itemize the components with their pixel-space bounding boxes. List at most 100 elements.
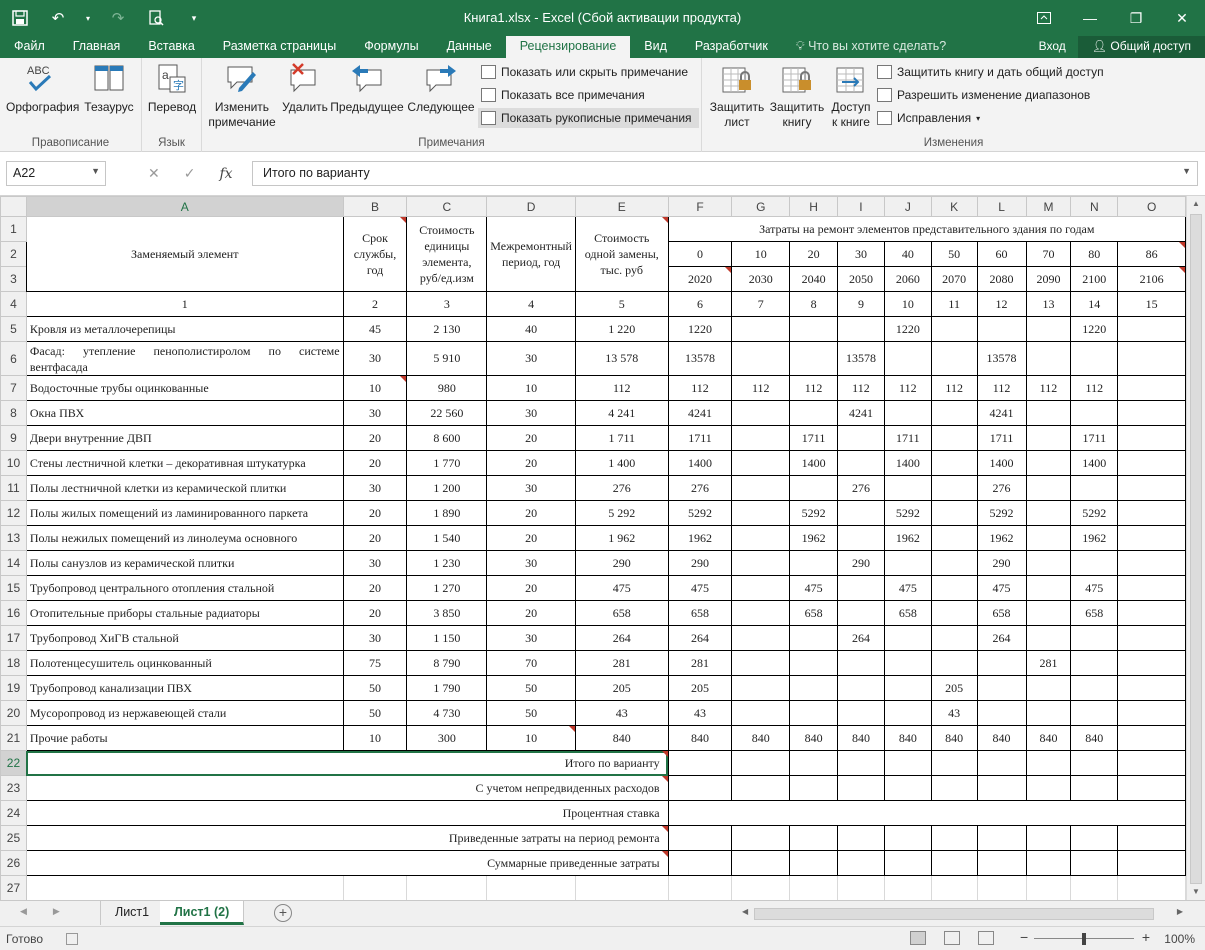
cell-year-cost[interactable] xyxy=(731,500,791,526)
summary-value[interactable] xyxy=(667,775,733,801)
chevron-left-icon[interactable]: ◀ xyxy=(20,906,27,917)
column-header-A[interactable]: A xyxy=(25,196,344,217)
cell-element-name[interactable]: Мусоропровод из нержавеющей стали xyxy=(25,700,344,726)
cell-year-cost[interactable] xyxy=(731,550,791,576)
cell-replacement-cost[interactable]: 205 xyxy=(574,675,669,701)
cell-year-cost[interactable] xyxy=(836,500,885,526)
cell-year-cost[interactable]: 1711 xyxy=(789,425,838,451)
cell-year-cost[interactable] xyxy=(1070,400,1119,426)
scroll-right-icon[interactable]: ▶ xyxy=(1177,907,1183,916)
formula-input[interactable]: Итого по варианту ▼ xyxy=(252,161,1198,186)
cell-year-cost[interactable] xyxy=(1070,475,1119,501)
row-header-9[interactable]: 9 xyxy=(0,425,27,451)
summary-value[interactable] xyxy=(731,825,791,851)
cell-year-cost[interactable]: 5292 xyxy=(1070,500,1119,526)
cell-year-cost[interactable] xyxy=(883,550,932,576)
summary-value[interactable] xyxy=(667,850,733,876)
summary-value[interactable] xyxy=(789,850,838,876)
cell-year-cost[interactable]: 1400 xyxy=(789,450,838,476)
cell-year-cost[interactable] xyxy=(731,450,791,476)
header-column-number[interactable]: 2 xyxy=(342,291,408,317)
cell-year-cost[interactable]: 475 xyxy=(883,575,932,601)
cell-year-cost[interactable] xyxy=(1117,550,1186,576)
cell-year-cost[interactable] xyxy=(1025,675,1072,701)
row-header-14[interactable]: 14 xyxy=(0,550,27,576)
cell-year-cost[interactable] xyxy=(836,425,885,451)
cell-year-cost[interactable] xyxy=(836,600,885,626)
share-workbook-button[interactable]: Доступ к книге xyxy=(826,62,876,130)
header-element[interactable]: Заменяемый элемент xyxy=(25,216,344,292)
row-header-5[interactable]: 5 xyxy=(0,316,27,342)
cell-unit-cost[interactable]: 3 850 xyxy=(406,600,488,626)
minimize-icon[interactable]: — xyxy=(1067,0,1113,36)
cell-element-name[interactable]: Отопительные приборы стальные радиаторы xyxy=(25,600,344,626)
cell-repair-period[interactable]: 30 xyxy=(486,341,576,376)
empty-cell[interactable] xyxy=(883,875,932,900)
cell-year-cost[interactable] xyxy=(836,700,885,726)
cell-unit-cost[interactable]: 22 560 xyxy=(406,400,488,426)
zoom-level[interactable]: 100% xyxy=(1164,932,1195,946)
header-column-number[interactable]: 14 xyxy=(1070,291,1119,317)
cell-year-cost[interactable]: 112 xyxy=(731,375,791,401)
cell-year-cost[interactable] xyxy=(731,625,791,651)
page-break-view-icon[interactable] xyxy=(978,931,994,945)
summary-label[interactable]: Процентная ставка xyxy=(25,800,669,826)
next-comment-button[interactable]: Следующее xyxy=(406,62,476,115)
cell-year-cost[interactable]: 264 xyxy=(667,625,733,651)
protect-sheet-button[interactable]: Защитить лист xyxy=(706,62,768,130)
column-header-N[interactable]: N xyxy=(1070,196,1119,217)
cell-year-cost[interactable]: 840 xyxy=(731,725,791,751)
chevron-right-icon[interactable]: ▶ xyxy=(53,906,60,917)
cell-service-life[interactable]: 20 xyxy=(342,425,408,451)
column-header-B[interactable]: B xyxy=(342,196,408,217)
cell-year-cost[interactable] xyxy=(930,475,978,501)
cell-service-life[interactable]: 50 xyxy=(342,675,408,701)
tell-me-box[interactable]: 💡︎ Что вы хотите сделать? xyxy=(796,36,946,58)
cell-year-cost[interactable] xyxy=(1025,450,1072,476)
cell-year-cost[interactable] xyxy=(930,625,978,651)
cell-year-cost[interactable]: 1711 xyxy=(1070,425,1119,451)
summary-value[interactable] xyxy=(667,825,733,851)
cell-year-cost[interactable] xyxy=(1025,525,1072,551)
cell-year-cost[interactable]: 840 xyxy=(1070,725,1119,751)
cell-year-cost[interactable] xyxy=(836,650,885,676)
cell-year-cost[interactable]: 658 xyxy=(1070,600,1119,626)
header-column-number[interactable]: 8 xyxy=(789,291,838,317)
header-column-number[interactable]: 13 xyxy=(1025,291,1072,317)
summary-value[interactable] xyxy=(976,775,1027,801)
column-header-C[interactable]: C xyxy=(406,196,488,217)
column-header-O[interactable]: O xyxy=(1117,196,1186,217)
cell-year-cost[interactable] xyxy=(731,575,791,601)
cell-service-life[interactable]: 10 xyxy=(342,725,408,751)
empty-cell[interactable] xyxy=(406,875,488,900)
cell-year-cost[interactable]: 840 xyxy=(1025,725,1072,751)
cell-unit-cost[interactable]: 1 200 xyxy=(406,475,488,501)
cell-replacement-cost[interactable]: 1 711 xyxy=(574,425,669,451)
cell-unit-cost[interactable]: 4 730 xyxy=(406,700,488,726)
cell-unit-cost[interactable]: 1 770 xyxy=(406,450,488,476)
spelling-button[interactable]: ABC Орфография xyxy=(6,62,79,115)
header-year[interactable]: 2080 xyxy=(976,266,1027,292)
summary-value[interactable] xyxy=(883,775,932,801)
summary-value[interactable] xyxy=(1070,850,1119,876)
cell-repair-period[interactable]: 30 xyxy=(486,625,576,651)
summary-value[interactable] xyxy=(930,825,978,851)
cell-year-cost[interactable] xyxy=(1070,550,1119,576)
cell-year-cost[interactable]: 840 xyxy=(836,725,885,751)
empty-cell[interactable] xyxy=(1025,875,1072,900)
cell-replacement-cost[interactable]: 5 292 xyxy=(574,500,669,526)
cell-year-cost[interactable] xyxy=(976,316,1027,342)
cell-year-cost[interactable] xyxy=(1117,375,1186,401)
header-unit-cost[interactable]: Стоимость единицы элемента, руб/ед.изм xyxy=(406,216,488,292)
header-replacement-cost[interactable]: Стоимость одной замены, тыс. руб xyxy=(574,216,669,292)
cell-element-name[interactable]: Фасад: утепление пенополистиролом по сис… xyxy=(25,341,344,376)
cell-year-cost[interactable]: 290 xyxy=(976,550,1027,576)
cancel-icon[interactable]: ✕ xyxy=(148,165,160,182)
cell-year-cost[interactable] xyxy=(1117,525,1186,551)
cell-replacement-cost[interactable]: 1 400 xyxy=(574,450,669,476)
cell-element-name[interactable]: Полы жилых помещений из ламинированного … xyxy=(25,500,344,526)
protect-workbook-button[interactable]: Защитить книгу xyxy=(766,62,828,130)
cell-year-cost[interactable]: 475 xyxy=(667,575,733,601)
cell-year-cost[interactable]: 658 xyxy=(789,600,838,626)
row-header-16[interactable]: 16 xyxy=(0,600,27,626)
